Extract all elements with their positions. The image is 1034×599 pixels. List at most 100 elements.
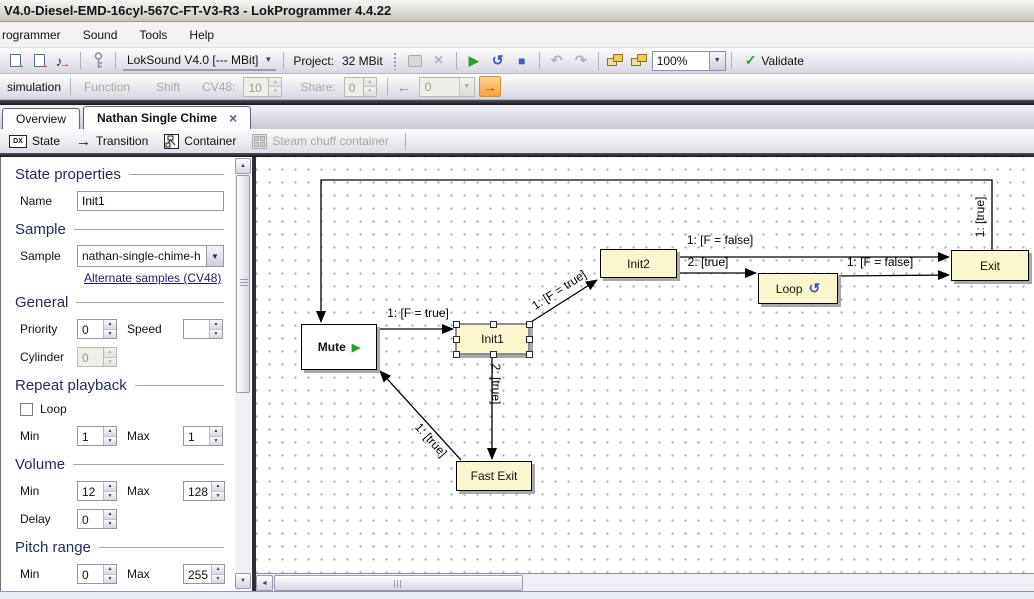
tab-overview[interactable]: Overview <box>2 108 80 129</box>
spin-up-icon[interactable]: ▲ <box>212 565 224 575</box>
delay-label: Delay <box>20 512 77 526</box>
spin-down-icon[interactable]: ▼ <box>104 358 116 367</box>
validate-button[interactable]: ✓ Validate <box>737 50 812 71</box>
selection-handle[interactable] <box>453 336 460 343</box>
state-node-fastexit[interactable]: Fast Exit <box>456 461 532 491</box>
canvas-horizontal-scrollbar[interactable]: ◄ <box>256 573 1034 591</box>
spin-down-icon[interactable]: ▼ <box>212 492 224 501</box>
panel-scrollbar[interactable]: ▲ ▼ <box>235 158 251 589</box>
play-button[interactable]: ▶ <box>462 50 486 72</box>
share-stepper[interactable]: 0 ▲▼ <box>344 77 377 97</box>
cylinder-stepper[interactable]: 0 ▲▼ <box>77 347 117 367</box>
alternate-samples-link[interactable]: Alternate samples (CV48) <box>84 271 221 285</box>
name-input[interactable] <box>77 191 224 211</box>
toolbar-grip[interactable] <box>393 52 397 70</box>
write-project-button[interactable]: → <box>27 50 51 72</box>
spin-down-icon[interactable]: ▼ <box>104 575 116 584</box>
decoder-type-combo[interactable]: LokSound V4.0 [--- MBit] ▼ <box>123 51 276 71</box>
menu-programmer[interactable]: rogrammer <box>0 23 72 47</box>
scroll-down-button[interactable]: ▼ <box>235 573 251 589</box>
spin-up-icon[interactable]: ▲ <box>104 320 116 330</box>
spin-up-icon[interactable]: ▲ <box>210 320 222 330</box>
add-transition-tool[interactable]: → Transition <box>76 133 148 150</box>
add-container-tool[interactable]: Container <box>164 134 236 149</box>
state-node-init1[interactable]: Init1 <box>455 323 530 355</box>
spin-up-icon[interactable]: ▲ <box>104 565 116 575</box>
spin-down-icon[interactable]: ▼ <box>104 437 116 446</box>
selection-handle[interactable] <box>526 351 533 358</box>
add-steam-chuff-container-tool[interactable]: Steam chuff container <box>252 134 389 149</box>
sample-combo[interactable]: nathan-single-chime-h ▼ <box>77 245 224 267</box>
spin-down-icon[interactable]: ▼ <box>210 330 222 339</box>
transition-fastexit-to-mute[interactable] <box>380 371 461 460</box>
pitch-min-stepper[interactable]: 0 ▲▼ <box>77 564 117 584</box>
selection-handle[interactable] <box>453 321 460 328</box>
programmer-button[interactable] <box>86 50 110 72</box>
scroll-up-button[interactable]: ▲ <box>235 158 251 174</box>
disabled-tool-button[interactable] <box>403 50 427 72</box>
menu-help[interactable]: Help <box>178 23 225 47</box>
volume-max-stepper[interactable]: 128 ▲▼ <box>183 481 225 501</box>
pitch-max-stepper[interactable]: 255 ▲▼ <box>183 564 225 584</box>
spin-up-icon[interactable]: ▲ <box>104 427 116 437</box>
repeat-max-stepper[interactable]: 1 ▲▼ <box>183 426 223 446</box>
redo-button[interactable]: ↷ <box>569 50 593 72</box>
priority-stepper[interactable]: 0 ▲▼ <box>77 319 117 339</box>
spin-down-icon[interactable]: ▼ <box>104 520 116 529</box>
spin-up-icon[interactable]: ▲ <box>364 78 376 88</box>
cancel-button[interactable]: × <box>427 50 451 72</box>
cv48-stepper[interactable]: 10 ▲▼ <box>243 77 282 97</box>
menu-tools[interactable]: Tools <box>128 23 178 47</box>
add-state-tool[interactable]: DX State <box>9 134 60 148</box>
scroll-left-button[interactable]: ◄ <box>256 575 273 591</box>
refresh-button[interactable]: ↺ <box>486 50 510 72</box>
check-icon: ✓ <box>745 52 757 69</box>
step-back-button[interactable]: ← <box>393 76 415 97</box>
state-node-exit[interactable]: Exit <box>951 250 1029 281</box>
diagram-canvas[interactable]: 1: [true]1: [F = true]1: [F = true]1: [F… <box>256 157 1034 573</box>
spin-up-icon[interactable]: ▲ <box>210 427 222 437</box>
step-selector-combo[interactable]: 0 ▼ <box>419 77 475 97</box>
cancel-icon: × <box>434 52 443 70</box>
open-project-button[interactable]: → <box>3 50 27 72</box>
volume-min-stepper[interactable]: 12 ▲▼ <box>77 481 117 501</box>
selection-handle[interactable] <box>490 351 497 358</box>
delay-stepper[interactable]: 0 ▲▼ <box>77 509 117 529</box>
spin-down-icon[interactable]: ▼ <box>210 437 222 446</box>
selection-handle[interactable] <box>526 336 533 343</box>
spin-down-icon[interactable]: ▼ <box>104 330 116 339</box>
stop-button[interactable]: ■ <box>510 50 534 72</box>
zoom-in-button[interactable] <box>604 50 628 72</box>
write-sound-button[interactable]: ♪ → <box>51 50 75 72</box>
speed-stepper[interactable]: ▲▼ <box>183 319 223 339</box>
spin-up-icon[interactable]: ▲ <box>104 482 116 492</box>
state-node-init2[interactable]: Init2 <box>600 249 677 278</box>
section-state-properties: State properties <box>15 166 224 183</box>
spin-down-icon[interactable]: ▼ <box>364 87 376 96</box>
scrollbar-thumb[interactable] <box>236 175 250 393</box>
state-node-loop[interactable]: Loop↺ <box>758 273 838 304</box>
zoom-out-button[interactable] <box>628 50 652 72</box>
spin-up-icon[interactable]: ▲ <box>269 78 281 88</box>
spin-down-icon[interactable]: ▼ <box>269 87 281 96</box>
spin-down-icon[interactable]: ▼ <box>212 575 224 584</box>
spin-up-icon[interactable]: ▲ <box>212 482 224 492</box>
tab-nathan-single-chime[interactable]: Nathan Single Chime × <box>83 106 251 129</box>
selection-handle[interactable] <box>453 351 460 358</box>
transition-loop-to-exit[interactable] <box>839 275 949 276</box>
spin-up-icon[interactable]: ▲ <box>104 348 116 358</box>
spin-down-icon[interactable]: ▼ <box>104 492 116 501</box>
close-tab-icon[interactable]: × <box>229 113 237 123</box>
repeat-min-stepper[interactable]: 1 ▲▼ <box>77 426 117 446</box>
undo-button[interactable]: ↶ <box>545 50 569 72</box>
selection-handle[interactable] <box>490 321 497 328</box>
step-forward-button[interactable]: → <box>479 76 501 97</box>
main-area: State properties Name Sample Sample nath… <box>0 157 1034 591</box>
scrollbar-thumb[interactable] <box>274 575 523 591</box>
selection-handle[interactable] <box>526 321 533 328</box>
state-node-mute[interactable]: Mute▶ <box>301 324 377 370</box>
zoom-level-combo[interactable]: 100% ▼ <box>652 51 726 71</box>
menu-sound[interactable]: Sound <box>72 23 129 47</box>
loop-checkbox[interactable] <box>20 403 33 416</box>
spin-up-icon[interactable]: ▲ <box>104 510 116 520</box>
